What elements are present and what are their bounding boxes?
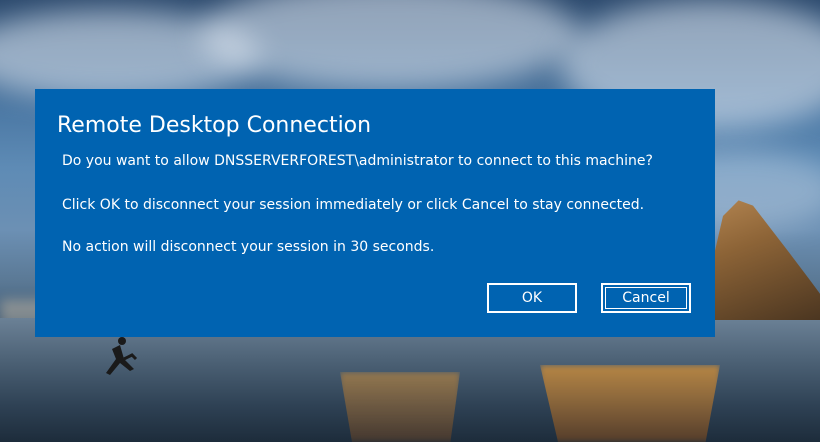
runner-silhouette xyxy=(106,337,138,375)
cancel-button[interactable]: Cancel xyxy=(601,283,691,313)
rock-reflection xyxy=(540,365,720,442)
dialog-message-question: Do you want to allow DNSSERVERFOREST\adm… xyxy=(62,153,653,169)
rdp-dialog: Remote Desktop Connection Do you want to… xyxy=(35,89,715,337)
cloud xyxy=(200,0,580,90)
ok-button[interactable]: OK xyxy=(487,283,577,313)
dialog-message-instructions: Click OK to disconnect your session imme… xyxy=(62,197,645,213)
rock-reflection xyxy=(340,372,460,442)
dialog-message-timeout: No action will disconnect your session i… xyxy=(62,239,435,255)
desktop-background: Remote Desktop Connection Do you want to… xyxy=(0,0,820,442)
dialog-title: Remote Desktop Connection xyxy=(57,113,372,138)
